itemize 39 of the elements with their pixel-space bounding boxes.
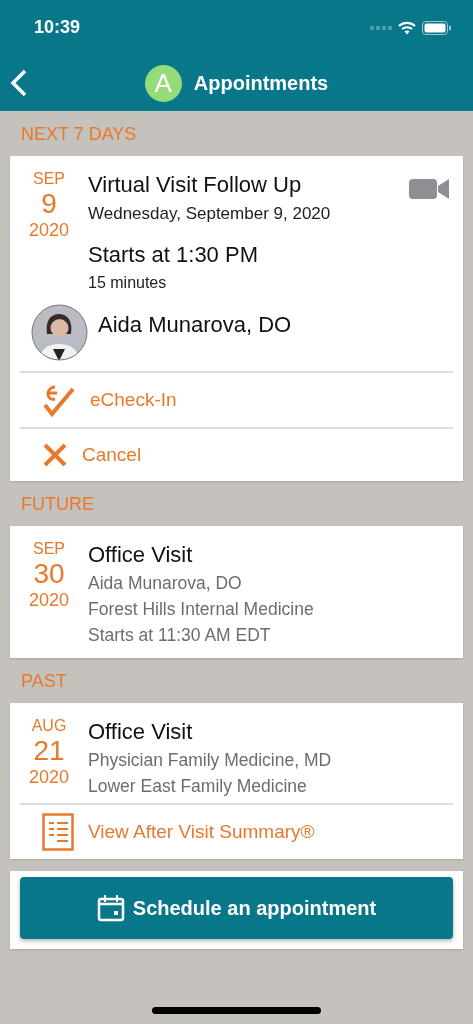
check-in-button[interactable]: eCheck-In [20,371,453,427]
date-day: 30 [33,558,65,590]
appointment-title: Office Visit [88,719,194,745]
signal-icon [370,25,392,30]
appointment-date: Wednesday, September 9, 2020 [88,204,332,224]
check-icon [42,383,76,417]
date-year: 2020 [28,590,69,611]
status-time: 10:39 [34,17,81,38]
section-header: PAST [20,670,68,693]
battery-icon [422,20,451,35]
cancel-button[interactable]: Cancel [20,427,453,481]
close-icon [42,442,68,468]
wifi-icon [398,20,416,35]
appointment-detail: Lower East Family Medicine [88,776,308,797]
appointment-detail: Starts at 11:30 AM EDT [88,625,272,646]
section-header: NEXT 7 DAYS [20,123,138,146]
appointment-detail: Physician Family Medicine, MD [88,750,333,771]
calendar-icon [96,894,125,922]
summary-link[interactable]: View After Visit Summary® [20,803,453,859]
section-header: FUTURE [20,493,95,516]
date-year: 2020 [28,767,69,788]
back-icon[interactable] [10,69,28,97]
appointment-title: Virtual Visit Follow Up [88,172,303,198]
date-year: 2020 [28,220,69,241]
duration: 15 minutes [88,274,168,292]
date-day: 9 [41,188,57,220]
schedule-button[interactable]: Schedule an appointment [20,877,453,939]
date-month: SEP [33,170,65,188]
start-time: Starts at 1:30 PM [88,242,259,268]
document-icon [42,813,74,851]
video-camera-icon [409,178,449,200]
provider-name: Aida Munarova, DO [98,311,292,338]
appointment-detail: Forest Hills Internal Medicine [88,599,315,620]
appointment-title: Office Visit [88,542,194,568]
date-day: 21 [33,735,65,767]
date-month: AUG [31,717,67,735]
screen-title: Appointments [193,71,329,95]
date-month: SEP [33,540,65,558]
appointment-detail: Aida Munarova, DO [88,573,243,594]
